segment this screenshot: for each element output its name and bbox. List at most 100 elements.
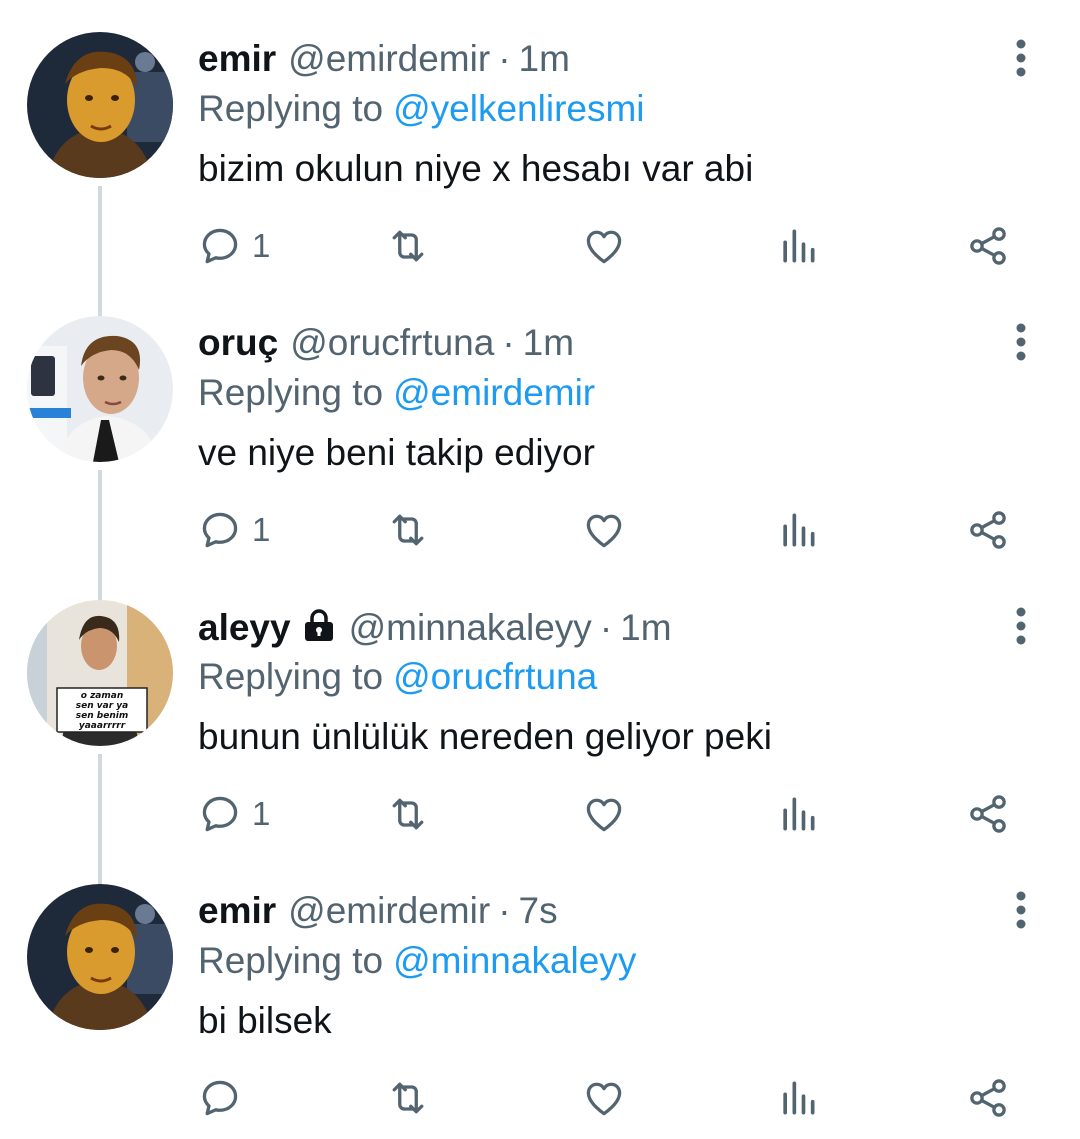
tweet-text: bi bilsek: [198, 1000, 332, 1041]
reply-icon: [202, 512, 238, 548]
tweet[interactable]: oruç @orucfrtuna · 1m Replying to @emirde…: [0, 284, 1080, 568]
views-button[interactable]: [776, 500, 820, 560]
tweet-actions: 1: [0, 216, 1080, 276]
views-icon: [783, 797, 815, 831]
replying-to-line: Replying to @yelkenliresmi: [198, 88, 645, 130]
avatar-sign-line: o zaman: [81, 691, 124, 701]
user-handle[interactable]: @emirdemir: [288, 38, 490, 80]
replying-to-line: Replying to @emirdemir: [198, 372, 595, 414]
retweet-icon: [392, 798, 424, 830]
replying-to-handle[interactable]: @orucfrtuna: [393, 656, 597, 697]
lock-icon: [301, 608, 337, 642]
share-button[interactable]: [966, 500, 1010, 560]
user-handle[interactable]: @emirdemir: [288, 890, 490, 932]
user-handle[interactable]: @minnakaleyy: [349, 607, 592, 649]
tweet-header: aleyy @minnakaleyy · 1m: [198, 606, 672, 650]
avatar-sign-line: yaaarrrrr: [79, 721, 126, 731]
avatar-sign-line: sen benim: [76, 711, 128, 721]
share-button[interactable]: [966, 784, 1010, 844]
share-button[interactable]: [966, 1068, 1010, 1128]
like-button[interactable]: [582, 500, 626, 560]
replying-to-handle[interactable]: @yelkenliresmi: [393, 88, 644, 129]
views-button[interactable]: [776, 1068, 820, 1128]
separator-dot: ·: [498, 890, 511, 931]
reply-count: 1: [252, 511, 271, 548]
timestamp[interactable]: 7s: [519, 890, 558, 932]
tweet-header: oruç @orucfrtuna · 1m: [198, 322, 574, 366]
reply-icon: [202, 796, 238, 832]
replying-to-label: Replying to: [198, 656, 384, 697]
replying-to-handle[interactable]: @emirdemir: [393, 372, 595, 413]
retweet-button[interactable]: [386, 1068, 430, 1128]
display-name[interactable]: emir: [198, 38, 276, 80]
retweet-icon: [392, 514, 424, 546]
timestamp[interactable]: 1m: [523, 322, 574, 364]
like-button[interactable]: [582, 784, 626, 844]
more-vertical-icon[interactable]: [1004, 606, 1038, 646]
share-button[interactable]: [966, 216, 1010, 276]
separator-dot: ·: [498, 38, 511, 79]
replying-to-label: Replying to: [198, 88, 384, 129]
reply-button[interactable]: 1: [198, 500, 270, 560]
tweet[interactable]: o zaman sen var ya sen benim yaaarrrrr a…: [0, 568, 1080, 852]
like-button[interactable]: [582, 216, 626, 276]
avatar-sign-line: sen var ya: [76, 701, 128, 711]
tweet-text: ve niye beni takip ediyor: [198, 432, 595, 473]
avatar[interactable]: [27, 884, 173, 1030]
separator-dot: ·: [502, 322, 515, 363]
reply-button[interactable]: 1: [198, 216, 270, 276]
reply-icon: [202, 228, 238, 264]
like-button[interactable]: [582, 1068, 626, 1128]
replying-to-line: Replying to @minnakaleyy: [198, 940, 636, 982]
heart-icon: [586, 230, 622, 264]
reply-button[interactable]: 1: [198, 784, 270, 844]
avatar[interactable]: [27, 32, 173, 178]
tweet-header: emir @emirdemir · 1m: [198, 38, 570, 82]
retweet-button[interactable]: [386, 784, 430, 844]
user-handle[interactable]: @orucfrtuna: [290, 322, 494, 364]
tweet-text: bunun ünlülük nereden geliyor peki: [198, 716, 772, 757]
heart-icon: [586, 798, 622, 832]
replying-to-label: Replying to: [198, 940, 384, 981]
share-icon: [970, 227, 1006, 265]
retweet-button[interactable]: [386, 216, 430, 276]
views-icon: [783, 1081, 815, 1115]
more-vertical-icon[interactable]: [1004, 322, 1038, 362]
avatar[interactable]: [27, 316, 173, 462]
tweet-header: emir @emirdemir · 7s: [198, 890, 558, 934]
views-icon: [783, 513, 815, 547]
views-button[interactable]: [776, 216, 820, 276]
retweet-button[interactable]: [386, 500, 430, 560]
tweet-text: bizim okulun niye x hesabı var abi: [198, 148, 754, 189]
display-name[interactable]: aleyy: [198, 607, 291, 649]
replying-to-label: Replying to: [198, 372, 384, 413]
retweet-icon: [392, 230, 424, 262]
timestamp[interactable]: 1m: [620, 607, 671, 649]
views-icon: [783, 229, 815, 263]
replying-to-handle[interactable]: @minnakaleyy: [393, 940, 636, 981]
tweet-actions: 1: [0, 500, 1080, 560]
retweet-icon: [392, 1082, 424, 1114]
reply-button[interactable]: [198, 1068, 252, 1128]
tweet-actions: 1: [0, 784, 1080, 844]
display-name[interactable]: emir: [198, 890, 276, 932]
heart-icon: [586, 1082, 622, 1116]
heart-icon: [586, 514, 622, 548]
replying-to-line: Replying to @orucfrtuna: [198, 656, 597, 698]
tweet[interactable]: emir @emirdemir · 7s Replying to @minnaka…: [0, 852, 1080, 1136]
separator-dot: ·: [599, 607, 613, 648]
views-button[interactable]: [776, 784, 820, 844]
share-icon: [970, 511, 1006, 549]
tweet-actions: [0, 1068, 1080, 1128]
reply-count: 1: [252, 795, 271, 832]
reply-thread: emir @emirdemir · 1m Replying to @yelkenl…: [0, 0, 1080, 1139]
avatar[interactable]: o zaman sen var ya sen benim yaaarrrrr: [27, 600, 173, 746]
share-icon: [970, 1079, 1006, 1117]
more-vertical-icon[interactable]: [1004, 38, 1038, 78]
tweet[interactable]: emir @emirdemir · 1m Replying to @yelkenl…: [0, 0, 1080, 284]
share-icon: [970, 795, 1006, 833]
reply-count: 1: [252, 227, 271, 264]
display-name[interactable]: oruç: [198, 322, 278, 364]
timestamp[interactable]: 1m: [519, 38, 570, 80]
more-vertical-icon[interactable]: [1004, 890, 1038, 930]
